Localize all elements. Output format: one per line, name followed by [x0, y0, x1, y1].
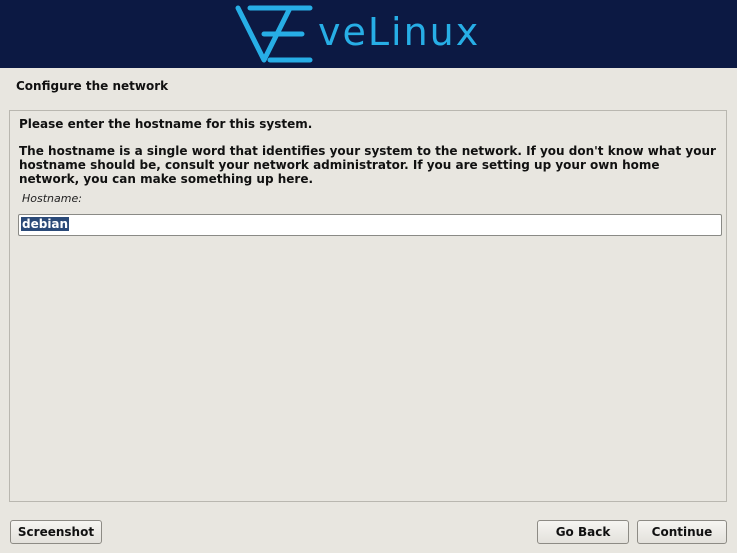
evelinux-e-logo-icon	[235, 5, 313, 63]
hostname-input[interactable]: debian	[18, 214, 722, 236]
evelinux-logo: veLinux	[234, 2, 480, 66]
continue-button[interactable]: Continue	[637, 520, 727, 544]
prompt-text: Please enter the hostname for this syste…	[19, 117, 313, 131]
go-back-button[interactable]: Go Back	[537, 520, 629, 544]
step-title: Configure the network	[16, 79, 169, 93]
logo-text: veLinux	[318, 10, 481, 54]
hostname-value: debian	[21, 217, 70, 231]
description-text: The hostname is a single word that ident…	[19, 144, 716, 186]
content-panel: Please enter the hostname for this syste…	[9, 110, 727, 502]
header-banner: veLinux	[0, 0, 737, 68]
screenshot-button[interactable]: Screenshot	[10, 520, 102, 544]
hostname-label: Hostname:	[22, 192, 82, 205]
